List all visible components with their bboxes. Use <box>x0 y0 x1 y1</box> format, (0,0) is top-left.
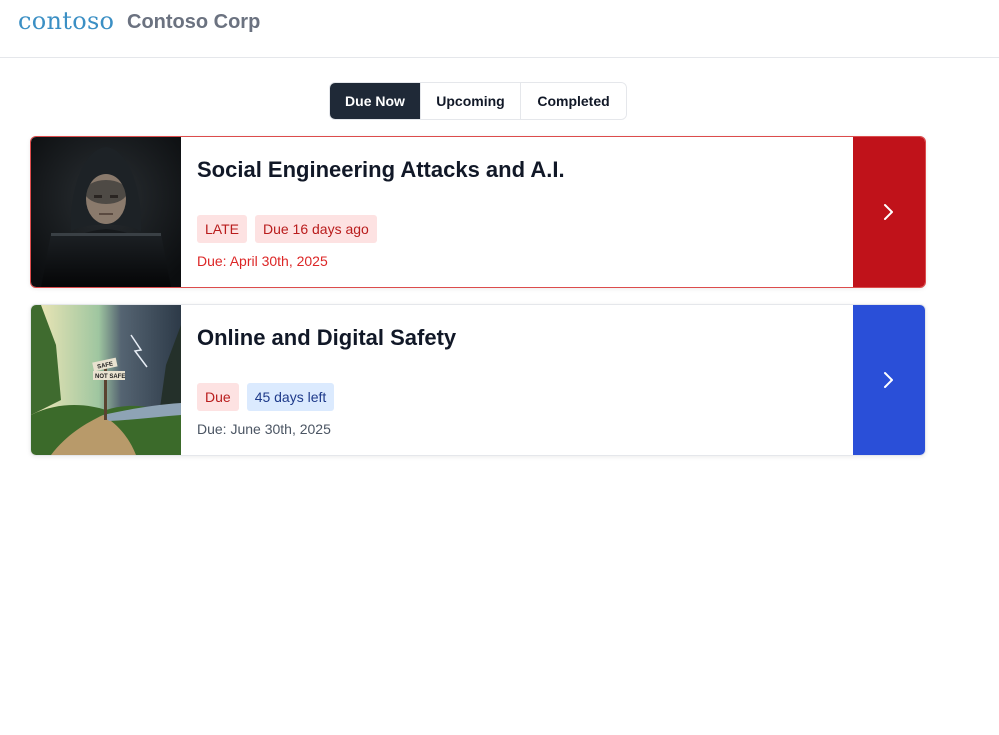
badge-row: LATE Due 16 days ago <box>197 215 377 243</box>
tab-upcoming[interactable]: Upcoming <box>421 83 521 119</box>
contoso-logo[interactable]: contoso <box>18 7 114 35</box>
status-badge-due: Due <box>197 383 239 411</box>
badge-row: Due 45 days left <box>197 383 335 411</box>
course-card-body: Social Engineering Attacks and A.I. LATE… <box>197 137 853 287</box>
open-course-button[interactable] <box>853 137 925 287</box>
sign-not-safe-label: NOT SAFE <box>95 374 125 380</box>
top-header: contoso Contoso Corp <box>0 0 999 58</box>
due-date: Due: April 30th, 2025 <box>197 253 328 269</box>
chevron-right-icon <box>884 372 893 388</box>
course-card-social-engineering[interactable]: Social Engineering Attacks and A.I. LATE… <box>30 136 926 288</box>
course-card-body: Online and Digital Safety Due 45 days le… <box>197 305 853 455</box>
company-name: Contoso Corp <box>127 11 261 33</box>
course-title[interactable]: Social Engineering Attacks and A.I. <box>197 157 565 183</box>
time-badge: Due 16 days ago <box>254 215 377 243</box>
forked-path-image: SAFE NOT SAFE <box>31 305 181 455</box>
tab-completed[interactable]: Completed <box>521 83 626 119</box>
course-thumbnail-hacker <box>31 137 181 287</box>
open-course-button[interactable] <box>853 305 925 455</box>
course-filter-tabs: Due Now Upcoming Completed <box>329 82 627 120</box>
time-badge: 45 days left <box>246 383 335 411</box>
status-badge-late: LATE <box>197 215 247 243</box>
course-thumbnail-path: SAFE NOT SAFE <box>31 305 181 455</box>
hooded-hacker-image <box>31 137 181 287</box>
tab-due-now[interactable]: Due Now <box>330 83 421 119</box>
course-title[interactable]: Online and Digital Safety <box>197 325 456 351</box>
due-date: Due: June 30th, 2025 <box>197 421 331 437</box>
course-card-digital-safety[interactable]: SAFE NOT SAFE Online and Digital Safety … <box>30 304 926 456</box>
chevron-right-icon <box>884 204 893 220</box>
